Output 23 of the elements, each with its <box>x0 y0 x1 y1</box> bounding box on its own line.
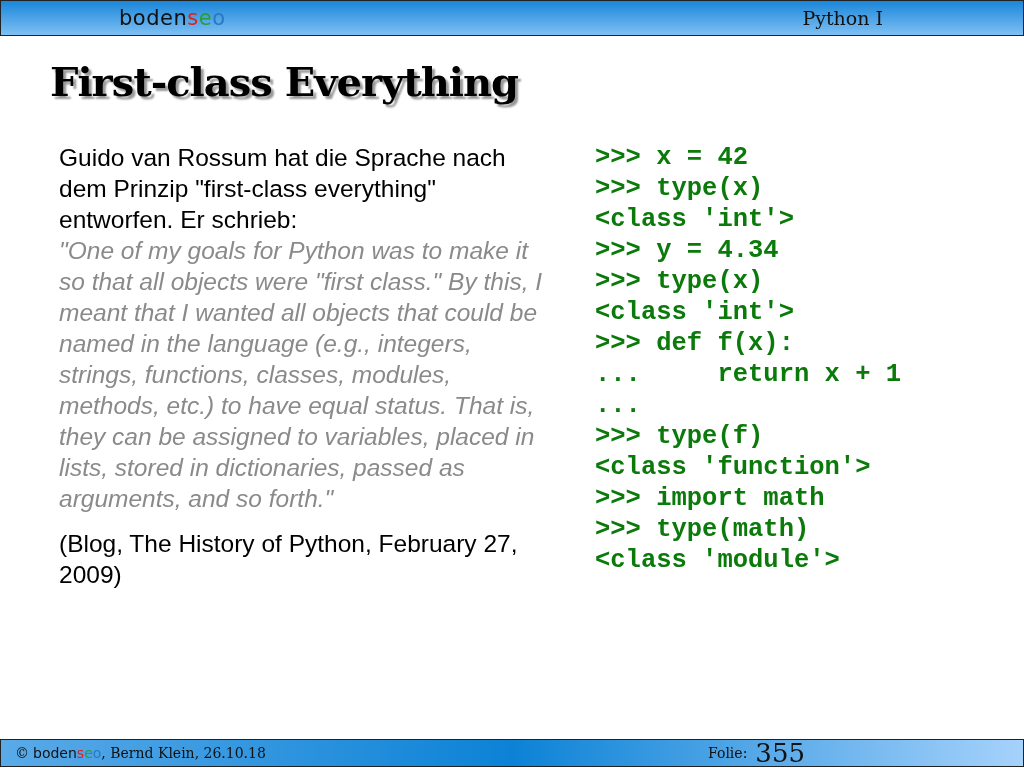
code-line: ... return x + 1 <box>595 359 902 390</box>
code-line: >>> type(x) <box>595 173 765 204</box>
code-line: >>> x = 42 <box>595 142 750 173</box>
slide-label: Folie: <box>708 743 748 763</box>
slide-title: First-class Everything <box>50 58 519 106</box>
author-date: , Bernd Klein, 26.10.18 <box>101 743 266 763</box>
code-line: >>> type(x) <box>595 266 765 297</box>
code-line: <class 'function'> <box>595 452 872 483</box>
intro-paragraph: Guido van Rossum hat die Sprache nach dem Prinzip "first-class everything" entworfen. Er schrieb: <box>59 143 507 235</box>
code-line: >>> type(f) <box>595 421 765 452</box>
code-line: >>> def f(x): <box>595 328 795 359</box>
code-line: >>> y = 4.34 <box>595 235 780 266</box>
code-line: >>> type(math) <box>595 514 811 545</box>
code-line: >>> import math <box>595 483 826 514</box>
code-line: <class 'module'> <box>595 545 841 576</box>
slide-number: 355 <box>755 740 805 766</box>
copyright-sign: © <box>15 743 29 763</box>
course-title: Python I <box>802 5 883 31</box>
code-line: <class 'int'> <box>595 297 795 328</box>
code-line: <class 'int'> <box>595 204 795 235</box>
source-citation: (Blog, The History of Python, February 27, 2009) <box>59 529 519 590</box>
code-line: ... <box>595 390 642 421</box>
quote-paragraph: "One of my goals for Python was to make it so that all objects were "first class." By this, I meant that I wanted all objects that could be named in the language (e.g., integers, strings, functions, classes, modules, methods, etc.) to have equal status. That is, they can be assigned to variables, placed in lists, stored in dictionaries, passed as arguments, and so forth." <box>59 236 544 514</box>
